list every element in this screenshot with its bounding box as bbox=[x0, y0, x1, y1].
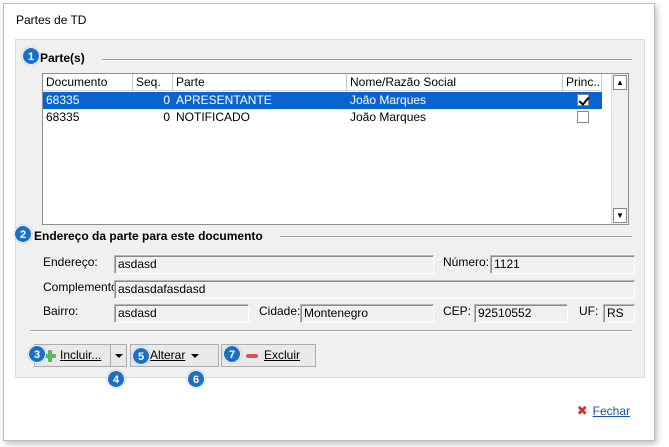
callout-badge-5: 5 bbox=[132, 347, 150, 365]
principal-checkbox[interactable] bbox=[576, 94, 589, 106]
incluir-label: Incluir... bbox=[60, 348, 102, 362]
uf-field[interactable]: RS bbox=[603, 304, 635, 323]
uf-label: UF: bbox=[579, 304, 599, 318]
buttons-divider bbox=[30, 330, 632, 332]
complemento-field[interactable]: asdasdafasdasd bbox=[114, 280, 635, 299]
scroll-down-icon[interactable]: ▼ bbox=[613, 208, 627, 223]
cell-seq: 0 bbox=[163, 93, 170, 107]
cep-label: CEP: bbox=[443, 304, 472, 318]
column-header-seq[interactable]: Seq. bbox=[133, 74, 173, 91]
callout-badge-4: 4 bbox=[107, 370, 125, 388]
callout-badge-6: 6 bbox=[187, 370, 205, 388]
incluir-button[interactable]: Incluir... bbox=[34, 344, 114, 367]
cell-parte: APRESENTANTE bbox=[176, 93, 272, 107]
callout-badge-1: 1 bbox=[22, 47, 40, 65]
parts-grid-header: Documento Seq. Parte Nome/Razão Social P… bbox=[43, 74, 602, 91]
close-icon: ✖ bbox=[576, 403, 588, 418]
cidade-label: Cidade: bbox=[259, 304, 301, 318]
partes-td-dialog: Partes de TD 1 Parte(s) Documento Seq. P… bbox=[3, 3, 655, 441]
cell-parte: NOTIFICADO bbox=[176, 110, 250, 124]
scroll-up-icon[interactable]: ▲ bbox=[613, 75, 627, 90]
bairro-field[interactable]: asdasd bbox=[114, 304, 249, 323]
callout-badge-2: 2 bbox=[14, 225, 32, 243]
table-row[interactable]: 68335 0 NOTIFICADO João Marques bbox=[43, 109, 602, 126]
parts-grid[interactable]: Documento Seq. Parte Nome/Razão Social P… bbox=[42, 73, 629, 225]
fechar-link[interactable]: ✖ Fechar bbox=[577, 404, 630, 418]
numero-label: Número: bbox=[443, 255, 490, 269]
cell-seq: 0 bbox=[163, 110, 170, 124]
column-header-parte[interactable]: Parte bbox=[173, 74, 347, 91]
cell-principal bbox=[563, 92, 602, 109]
callout-badge-3: 3 bbox=[28, 345, 46, 363]
grid-vertical-scrollbar[interactable]: ▲ ▼ bbox=[611, 74, 628, 224]
cell-principal bbox=[563, 109, 602, 126]
cell-documento: 68335 bbox=[46, 93, 80, 107]
excluir-label: Excluir bbox=[264, 348, 301, 362]
parts-section-divider bbox=[102, 59, 632, 61]
cep-field[interactable]: 92510552 bbox=[474, 304, 568, 323]
chevron-down-icon bbox=[114, 353, 123, 358]
column-header-nome[interactable]: Nome/Razão Social bbox=[347, 74, 563, 91]
callout-badge-7: 7 bbox=[223, 345, 241, 363]
endereco-field[interactable]: asdasd bbox=[114, 255, 434, 274]
table-row[interactable]: 68335 0 APRESENTANTE João Marques bbox=[43, 92, 602, 109]
cell-nome: João Marques bbox=[350, 110, 427, 124]
cell-nome: João Marques bbox=[350, 93, 427, 107]
column-header-principal[interactable]: Princ... bbox=[563, 74, 602, 91]
column-header-documento[interactable]: Documento bbox=[43, 74, 133, 91]
complemento-label: Complemento: bbox=[43, 280, 122, 294]
chevron-down-icon bbox=[191, 353, 200, 358]
minus-icon bbox=[246, 353, 258, 358]
address-section-divider bbox=[280, 236, 632, 238]
address-section-title: Endereço da parte para este documento bbox=[34, 229, 269, 243]
parts-section-title: Parte(s) bbox=[40, 51, 91, 65]
bairro-label: Bairro: bbox=[43, 304, 79, 318]
fechar-label: Fechar bbox=[592, 404, 630, 418]
window-title: Partes de TD bbox=[4, 4, 654, 34]
numero-field[interactable]: 1121 bbox=[490, 255, 635, 274]
alterar-label: Alterar bbox=[150, 348, 186, 362]
incluir-dropdown-button[interactable] bbox=[110, 344, 127, 367]
dialog-client-area: 1 Parte(s) Documento Seq. Parte Nome/Raz… bbox=[14, 39, 645, 388]
principal-checkbox[interactable] bbox=[576, 111, 589, 123]
endereco-label: Endereço: bbox=[43, 255, 98, 269]
cell-documento: 68335 bbox=[46, 110, 80, 124]
cidade-field[interactable]: Montenegro bbox=[300, 304, 434, 323]
